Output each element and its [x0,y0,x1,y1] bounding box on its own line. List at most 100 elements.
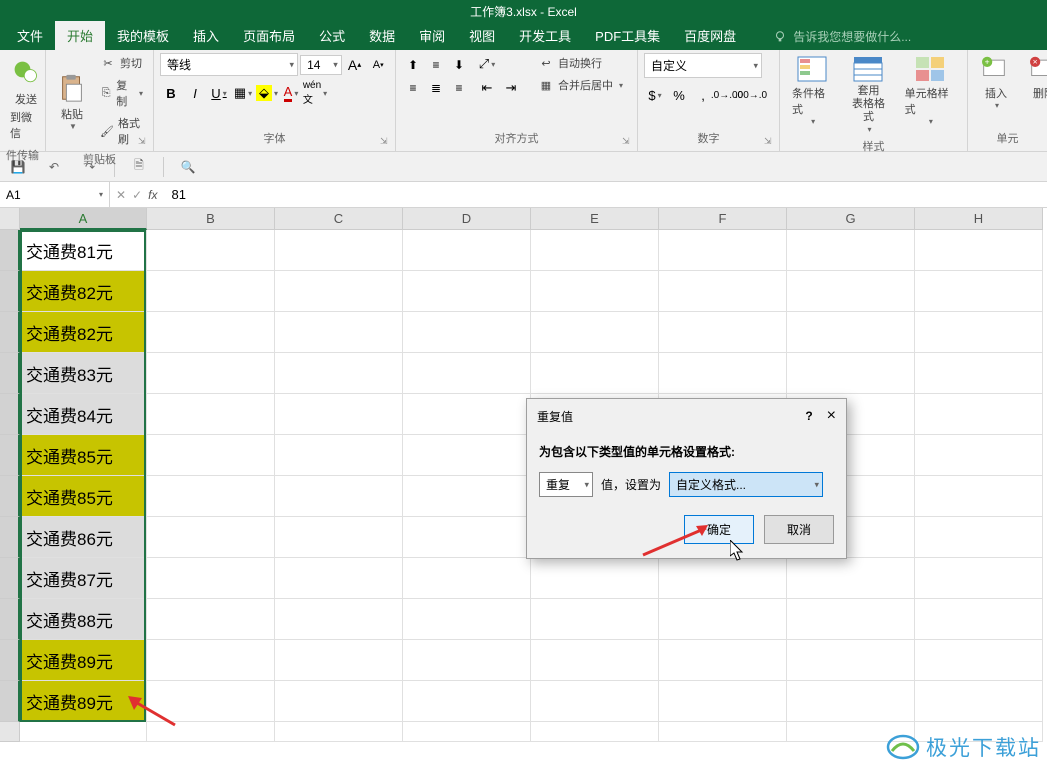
row-header[interactable] [0,435,20,476]
cell[interactable] [659,230,787,271]
row-header[interactable] [0,722,20,742]
cell[interactable] [915,271,1043,312]
cell[interactable] [403,681,531,722]
fill-color-button[interactable]: ⬙▾ [256,82,278,104]
decrease-indent-button[interactable]: ⇤ [476,77,498,99]
row-header[interactable] [0,394,20,435]
delete-cells-button[interactable]: × 删除 [1022,53,1047,128]
insert-cells-button[interactable]: + 插入 ▾ [974,53,1018,128]
decrease-font-button[interactable]: A▾ [367,54,389,76]
cell[interactable] [403,517,531,558]
cell[interactable]: 交通费86元 [20,517,147,558]
cell[interactable] [147,517,275,558]
row-header[interactable] [0,681,20,722]
duplicate-type-select[interactable]: 重复 ▾ [539,472,593,497]
cell[interactable]: 交通费85元 [20,476,147,517]
align-top-button[interactable]: ⬆ [402,54,424,76]
cell[interactable] [403,353,531,394]
conditional-format-button[interactable]: 条件格式 ▾ [786,53,838,136]
italic-button[interactable]: I [184,82,206,104]
cell[interactable] [659,353,787,394]
cell[interactable] [787,558,915,599]
cell[interactable] [531,681,659,722]
number-dialog-launcher[interactable]: ⇲ [764,136,776,148]
row-header[interactable] [0,476,20,517]
cell[interactable] [659,271,787,312]
send-to-wechat-button[interactable]: 发送 到微信 [6,53,46,145]
cell[interactable] [787,230,915,271]
tab-developer[interactable]: 开发工具 [507,21,583,50]
tab-data[interactable]: 数据 [357,21,407,50]
align-middle-button[interactable]: ≡ [425,54,447,76]
cell[interactable] [531,640,659,681]
cell[interactable]: 交通费89元 [20,681,147,722]
name-box[interactable]: A1 ▾ [0,182,110,207]
row-header[interactable] [0,230,20,271]
column-header[interactable]: C [275,208,403,230]
cell[interactable] [275,681,403,722]
tell-me-box[interactable]: 告诉我您想要做什么... [768,23,916,50]
row-header[interactable] [0,353,20,394]
cell[interactable] [787,312,915,353]
cell[interactable] [403,435,531,476]
cell[interactable] [915,599,1043,640]
dialog-close-button[interactable]: × [827,407,836,425]
cell[interactable]: 交通费88元 [20,599,147,640]
clipboard-dialog-launcher[interactable]: ⇲ [138,136,150,148]
cell[interactable] [403,230,531,271]
paste-button[interactable]: 粘贴 ▼ [52,53,92,149]
number-format-select[interactable]: 自定义 ▾ [644,53,762,78]
cell[interactable] [915,476,1043,517]
cell[interactable] [403,476,531,517]
cell[interactable] [275,558,403,599]
cell[interactable] [20,722,147,742]
alignment-dialog-launcher[interactable]: ⇲ [622,136,634,148]
cell[interactable] [147,640,275,681]
cell[interactable] [787,271,915,312]
cell[interactable] [147,435,275,476]
align-bottom-button[interactable]: ⬇ [448,54,470,76]
column-header[interactable]: D [403,208,531,230]
select-all-corner[interactable] [0,208,20,230]
tab-insert[interactable]: 插入 [181,21,231,50]
column-header[interactable]: G [787,208,915,230]
cell[interactable] [531,599,659,640]
cell[interactable]: 交通费83元 [20,353,147,394]
cell[interactable] [659,722,787,742]
column-header[interactable]: H [915,208,1043,230]
cell[interactable]: 交通费81元 [20,230,147,271]
font-name-select[interactable]: 等线 ▾ [160,53,298,76]
cell[interactable] [659,599,787,640]
search-button[interactable]: 🔍 [176,155,200,179]
cancel-formula-icon[interactable]: ✕ [116,188,126,202]
cell[interactable] [787,353,915,394]
cell[interactable] [275,722,403,742]
cell[interactable] [403,312,531,353]
phonetic-button[interactable]: wén文▾ [304,82,326,104]
cell[interactable] [147,558,275,599]
cell[interactable] [531,722,659,742]
cell[interactable] [147,312,275,353]
font-dialog-launcher[interactable]: ⇲ [380,136,392,148]
underline-button[interactable]: U▾ [208,82,230,104]
column-header[interactable]: F [659,208,787,230]
format-as-table-button[interactable]: 套用 表格格式 ▾ [842,53,894,136]
cell[interactable] [403,394,531,435]
font-color-button[interactable]: A▾ [280,82,302,104]
cell[interactable] [531,230,659,271]
decrease-decimal-button[interactable]: .00→.0 [740,84,762,106]
tab-layout[interactable]: 页面布局 [231,21,307,50]
cell[interactable] [915,517,1043,558]
cell[interactable] [531,353,659,394]
currency-button[interactable]: $▾ [644,84,666,106]
tab-file[interactable]: 文件 [5,21,55,50]
enter-formula-icon[interactable]: ✓ [132,188,142,202]
cancel-button[interactable]: 取消 [764,515,834,544]
cell[interactable] [403,599,531,640]
percent-button[interactable]: % [668,84,690,106]
cell[interactable] [915,394,1043,435]
cell[interactable] [275,312,403,353]
cell[interactable] [275,599,403,640]
cell[interactable] [275,476,403,517]
cell[interactable]: 交通费82元 [20,312,147,353]
